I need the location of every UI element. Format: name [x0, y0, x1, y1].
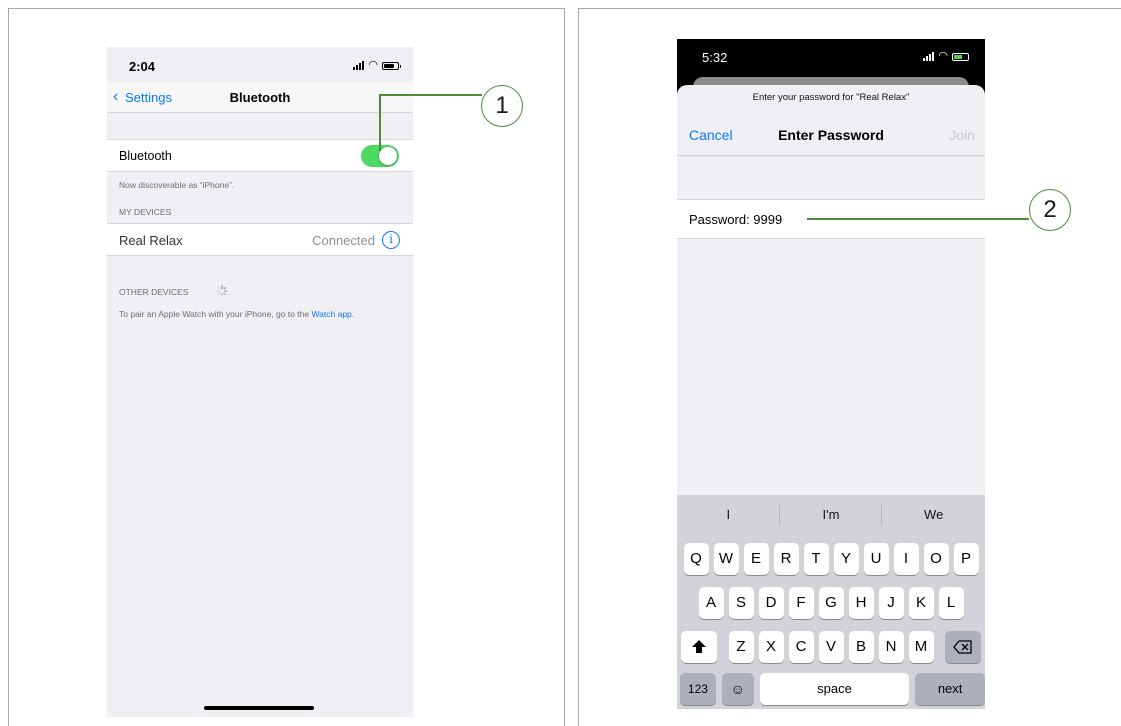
device-name: Real Relax [119, 233, 183, 248]
key-v[interactable]: V [818, 631, 844, 663]
key-u[interactable]: U [863, 543, 889, 575]
battery-charging-icon [952, 53, 969, 61]
password-text: Password: 9999 [689, 212, 783, 227]
shift-icon [692, 640, 706, 653]
suggestion-2[interactable]: I'm [780, 495, 883, 535]
key-i[interactable]: I [893, 543, 919, 575]
key-row-4: 123 ☺ space next [677, 673, 985, 705]
space-key[interactable]: space [759, 673, 910, 705]
key-f[interactable]: F [788, 587, 814, 619]
key-t[interactable]: T [803, 543, 829, 575]
bluetooth-settings-screen: 2:04 ◠ ‹ Settings Bluetooth Bluetooth No… [107, 47, 413, 717]
key-p[interactable]: P [953, 543, 979, 575]
key-j[interactable]: J [878, 587, 904, 619]
right-panel: 5:32 ◠ Enter your password for "Real Rel… [578, 8, 1121, 726]
key-l[interactable]: L [938, 587, 964, 619]
emoji-key[interactable]: ☺ [721, 673, 754, 705]
info-icon[interactable]: i [382, 231, 400, 249]
key-o[interactable]: O [923, 543, 949, 575]
keyboard: I I'm We Q W E R T Y U I O P A S D F G H… [677, 495, 985, 709]
key-c[interactable]: C [788, 631, 814, 663]
wifi-icon: ◠ [938, 50, 948, 62]
left-panel: 2:04 ◠ ‹ Settings Bluetooth Bluetooth No… [8, 8, 565, 726]
suggestion-3[interactable]: We [882, 495, 985, 535]
key-row-3: Z X C V B N M [677, 631, 985, 663]
device-status: Connected [312, 233, 375, 248]
watch-app-link[interactable]: Watch app [311, 309, 351, 319]
callout-1-line-h [379, 94, 482, 96]
key-q[interactable]: Q [683, 543, 709, 575]
discoverable-text: Now discoverable as “iPhone”. [119, 180, 235, 190]
home-indicator [204, 706, 314, 710]
key-n[interactable]: N [878, 631, 904, 663]
key-s[interactable]: S [728, 587, 754, 619]
key-row-2: A S D F G H J K L [677, 587, 985, 619]
bluetooth-label: Bluetooth [119, 149, 172, 163]
emoji-icon: ☺ [730, 681, 745, 697]
shift-key[interactable] [681, 631, 717, 663]
callout-2: 2 [1029, 189, 1071, 231]
my-devices-header: MY DEVICES [119, 207, 172, 217]
status-time: 2:04 [129, 59, 156, 74]
pair-watch-text: To pair an Apple Watch with your iPhone,… [119, 309, 355, 319]
status-icons: ◠ [353, 59, 401, 71]
key-x[interactable]: X [758, 631, 784, 663]
wifi-icon: ◠ [368, 59, 378, 71]
spinner-icon [216, 285, 228, 297]
other-devices-header: OTHER DEVICES [119, 287, 189, 297]
bluetooth-row: Bluetooth [107, 139, 413, 172]
key-a[interactable]: A [698, 587, 724, 619]
key-z[interactable]: Z [728, 631, 754, 663]
suggestion-1[interactable]: I [677, 495, 780, 535]
callout-1-line-v [379, 94, 381, 151]
enter-password-screen: 5:32 ◠ Enter your password for "Real Rel… [677, 39, 985, 709]
nav-bar: ‹ Settings Bluetooth [107, 83, 413, 113]
status-icons: ◠ [923, 50, 969, 62]
page-title: Enter Password [778, 127, 884, 143]
divider [677, 155, 985, 156]
password-prompt: Enter your password for "Real Relax" [752, 92, 910, 103]
key-h[interactable]: H [848, 587, 874, 619]
join-button[interactable]: Join [949, 127, 975, 143]
backspace-icon [953, 640, 972, 654]
battery-icon [382, 62, 401, 70]
suggestion-bar: I I'm We [677, 495, 985, 535]
key-r[interactable]: R [773, 543, 799, 575]
signal-icon [923, 52, 935, 61]
key-row-1: Q W E R T Y U I O P [677, 543, 985, 575]
key-k[interactable]: K [908, 587, 934, 619]
status-time: 5:32 [702, 50, 728, 65]
signal-icon [353, 61, 365, 70]
key-g[interactable]: G [818, 587, 844, 619]
key-m[interactable]: M [908, 631, 934, 663]
key-w[interactable]: W [713, 543, 739, 575]
key-d[interactable]: D [758, 587, 784, 619]
next-key[interactable]: next [915, 673, 985, 705]
key-y[interactable]: Y [833, 543, 859, 575]
callout-1: 1 [481, 85, 523, 127]
key-b[interactable]: B [848, 631, 874, 663]
backspace-key[interactable] [945, 631, 981, 663]
callout-2-line [807, 218, 1029, 220]
page-title: Bluetooth [229, 90, 291, 105]
device-row[interactable]: Real Relax Connected i [107, 223, 413, 256]
numbers-key[interactable]: 123 [680, 673, 716, 705]
key-e[interactable]: E [743, 543, 769, 575]
